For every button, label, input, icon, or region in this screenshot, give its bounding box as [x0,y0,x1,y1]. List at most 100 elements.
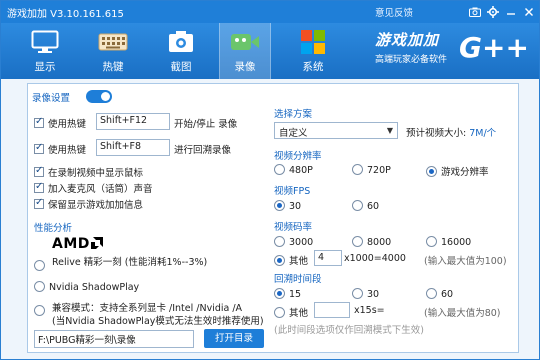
bitrate-16000-radio[interactable] [426,236,437,247]
show-cursor-row: 在录制视频中显示鼠标 [34,165,143,179]
perf-compat-line2: (当Nvidia ShadowPlay模式无法生效时推荐使用) [52,316,264,327]
bitrate-title: 视频码率 [274,222,313,233]
bitrate-other-suffix: x1000=4000 [344,253,406,264]
bitrate-hint: (输入最大值为100) [424,256,507,267]
tab-label: 录像 [234,61,256,73]
save-path-input[interactable]: F:\PUBG精彩一刻\录像 [34,330,194,348]
keep-info-row: 保留显示游戏加加信息 [34,197,143,211]
resolution-title: 视频分辨率 [274,151,322,162]
backtrack-hint: (输入最大值为80) [424,308,501,319]
perf-compat-row [34,305,49,317]
backtrack-other-input[interactable] [314,302,350,318]
add-mic-label: 加入麦克风（话筒）声音 [48,184,153,195]
add-mic-row: 加入麦克风（话筒）声音 [34,181,153,195]
tab-screenshot[interactable]: 截图 [159,23,203,79]
backtrack-option-15: 15 [274,288,301,300]
resolution-720-radio[interactable] [352,164,363,175]
hotkey1-input[interactable]: Shift+F12 [96,113,170,130]
hotkey1-row: 使用热键 [34,116,86,130]
backtrack-30-radio[interactable] [352,288,363,299]
brand-logo: G++ [457,29,529,65]
hotkey2-input[interactable]: Shift+F8 [96,139,170,156]
backtrack-other-radio[interactable] [274,307,285,318]
bitrate-8000-radio[interactable] [352,236,363,247]
resolution-option-game: 游戏分辨率 [426,164,489,178]
record-icon [230,27,260,57]
scheme-select[interactable]: 自定义 ▼ [274,122,398,139]
backtrack-title: 回溯时间段 [274,274,322,285]
bitrate-3000-radio[interactable] [274,236,285,247]
tab-label: 系统 [302,61,324,73]
fps-30-radio[interactable] [274,200,285,211]
tab-hotkeys[interactable]: 热键 [91,23,135,79]
estimate-label: 预计视频大小: [406,128,467,139]
hotkey1-checkbox[interactable] [34,116,44,128]
record-settings-panel: 录像设置 使用热键 Shift+F12 开始/停止 录像 使用热键 Shift+… [27,83,519,353]
estimate-row: 预计视频大小: 7M/个 [406,125,496,139]
brand-logo-text: G++ [459,31,529,64]
bitrate-option-other: 其他 [274,253,308,267]
keep-info-checkbox[interactable] [34,197,44,209]
fps-60-radio[interactable] [352,200,363,211]
tab-label: 热键 [102,61,124,73]
camera-icon[interactable] [467,4,483,19]
backtrack-option-other: 其他 [274,305,308,319]
perf-nvidia-row: Nvidia ShadowPlay [34,281,139,293]
record-toggle[interactable] [86,90,112,103]
backtrack-60-radio[interactable] [426,288,437,299]
tab-record[interactable]: 录像 [219,23,271,79]
add-mic-checkbox[interactable] [34,181,44,193]
amd-logo: AMD [52,236,103,252]
hotkey2-row: 使用热键 [34,142,86,156]
record-settings-label: 录像设置 [32,93,71,104]
fps-option-60: 60 [352,200,379,212]
perf-amd-text: Relive 精彩一刻 (性能消耗1%--3%) [52,257,208,268]
brand-slogan: 高端玩家必备软件 [375,55,448,65]
hotkey2-label: 使用热键 [48,145,87,156]
scheme-title: 选择方案 [274,109,313,120]
backtrack-15-radio[interactable] [274,288,285,299]
main-toolbar: 显示 热键 截图 录像 系统 游戏加加 高端玩家必备软件 G++ [1,23,539,79]
show-cursor-label: 在录制视频中显示鼠标 [48,168,144,179]
perf-amd-row [34,260,49,272]
gear-icon[interactable] [485,4,501,19]
perf-amd-radio[interactable] [34,260,45,271]
window-title: 游戏加加 V3.10.161.615 [7,9,124,20]
resolution-game-radio[interactable] [426,166,437,177]
resolution-480-radio[interactable] [274,164,285,175]
fps-title: 视频FPS [274,186,311,197]
monitor-icon [30,27,60,57]
hotkey2-checkbox[interactable] [34,142,44,154]
minimize-icon[interactable] [503,4,519,19]
perf-nvidia-radio[interactable] [34,281,45,292]
bitrate-option-3000: 3000 [274,236,313,248]
app-window: 游戏加加 V3.10.161.615 意见反馈 显示 热键 截图 录像 系统 游… [0,0,540,360]
feedback-link[interactable]: 意见反馈 [375,5,413,19]
brand-name: 游戏加加 [375,31,440,49]
estimate-value: 7M/个 [469,128,497,139]
backtrack-option-30: 30 [352,288,379,300]
resolution-option-720: 720P [352,164,391,176]
bitrate-other-input[interactable]: 4 [314,250,342,266]
chevron-down-icon: ▼ [386,126,393,135]
window-controls [467,4,537,19]
windows-icon [298,27,328,57]
close-icon[interactable] [521,4,537,19]
screenshot-icon [166,27,196,57]
hotkey1-label: 使用热键 [48,119,87,130]
open-dir-button[interactable]: 打开目录 [204,329,264,348]
bitrate-other-radio[interactable] [274,255,285,266]
fps-option-30: 30 [274,200,301,212]
bitrate-option-8000: 8000 [352,236,391,248]
tab-display[interactable]: 显示 [23,23,67,79]
backtrack-other-suffix: x15s= [354,305,385,316]
hotkey2-action: 进行回溯录像 [174,145,232,156]
tab-label: 截图 [170,61,192,73]
perf-compat-radio[interactable] [34,305,45,316]
show-cursor-checkbox[interactable] [34,165,44,177]
keep-info-label: 保留显示游戏加加信息 [48,200,144,211]
perf-title: 性能分析 [34,223,73,234]
title-bar: 游戏加加 V3.10.161.615 意见反馈 [1,1,539,23]
hotkey1-action: 开始/停止 录像 [174,119,238,130]
tab-system[interactable]: 系统 [291,23,335,79]
